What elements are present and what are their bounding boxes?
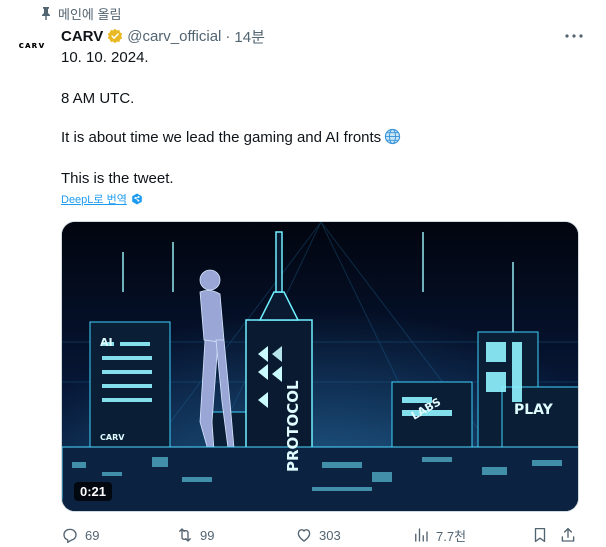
repost-icon [179, 528, 191, 542]
sign-ai: AI [100, 336, 113, 349]
tweet-line-time: 8 AM UTC. [61, 90, 135, 107]
views-count: 7.7천 [436, 528, 467, 544]
video-frame: AI CARV PROTOCOL LABS PLAY [62, 222, 578, 511]
action-bar: 69 99 303 7.7천 [61, 524, 579, 546]
views-button[interactable]: 7.7천 [412, 524, 466, 546]
reply-count: 69 [85, 527, 100, 543]
views-icon [415, 528, 428, 542]
globe-emoji-icon [385, 128, 401, 145]
video-player[interactable]: AI CARV PROTOCOL LABS PLAY 0:21 [61, 221, 579, 512]
heart-icon [297, 529, 311, 542]
pinned-label: 메인에 올림 [58, 6, 122, 22]
tweet-line-message-text: It is about time we lead the gaming and … [61, 129, 382, 146]
tweet-line-closing: This is the tweet. [61, 170, 174, 187]
bookmark-button[interactable] [531, 524, 549, 546]
avatar[interactable]: ᴄᴀʀᴠ [12, 26, 52, 66]
more-options-button[interactable] [562, 26, 586, 46]
tweet-header: CARV @carv_official · 14분 [61, 26, 265, 46]
translate-button[interactable]: DeepL로 번역 [61, 191, 143, 207]
timestamp[interactable]: 14분 [234, 26, 265, 47]
sign-play: PLAY [514, 402, 554, 418]
video-duration: 0:21 [74, 482, 113, 501]
author-handle[interactable]: @carv_official [127, 28, 221, 45]
separator-dot: · [225, 27, 231, 45]
bookmark-icon [534, 527, 546, 543]
share-button[interactable] [559, 524, 577, 546]
reply-button[interactable]: 69 [61, 524, 99, 546]
like-button[interactable]: 303 [295, 524, 341, 546]
pinned-indicator: 메인에 올림 [40, 4, 121, 22]
avatar-logo: ᴄᴀʀᴠ [18, 41, 46, 51]
deepl-icon [132, 193, 142, 205]
more-icon [565, 34, 583, 38]
like-count: 303 [319, 527, 341, 543]
author-name[interactable]: CARV [61, 28, 103, 45]
verified-badge-icon[interactable] [107, 28, 123, 44]
translate-label: DeepL로 번역 [61, 194, 127, 206]
tweet-line-message: It is about time we lead the gaming and … [61, 128, 401, 148]
sign-carv-small: CARV [100, 433, 125, 442]
repost-count: 99 [200, 527, 215, 543]
pin-icon [42, 7, 50, 20]
share-icon [561, 527, 575, 542]
repost-button[interactable]: 99 [176, 524, 214, 546]
tweet-line-date: 10. 10. 2024. [61, 49, 149, 66]
sign-protocol: PROTOCOL [284, 380, 302, 472]
reply-icon [63, 528, 77, 544]
